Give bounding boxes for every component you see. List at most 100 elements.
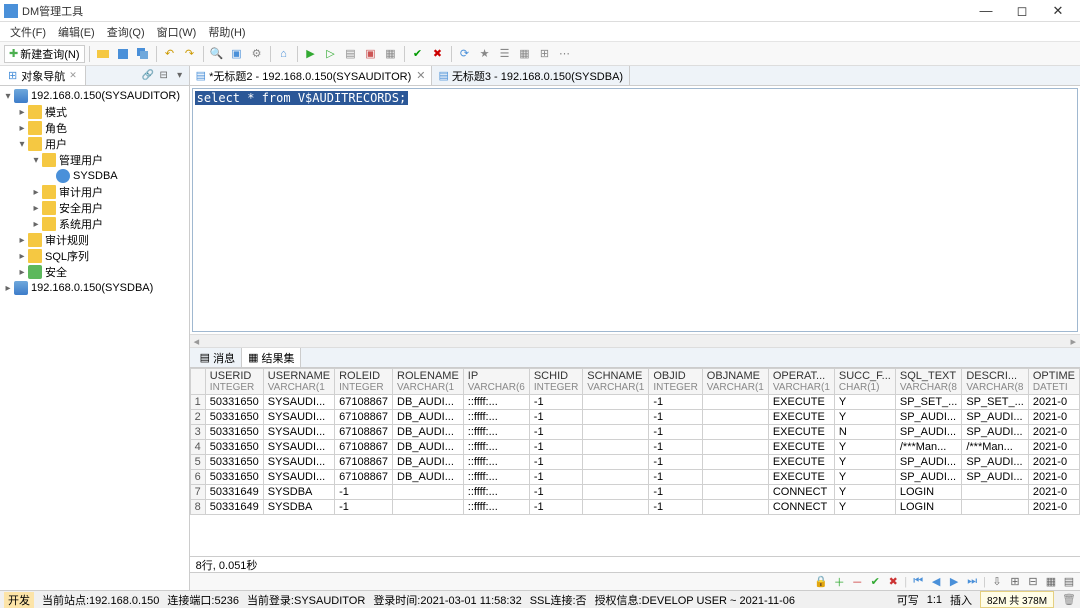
run-icon[interactable]: ▶: [302, 45, 320, 63]
copy-icon[interactable]: ▦: [1044, 575, 1058, 589]
folder-icon[interactable]: [94, 45, 112, 63]
table-row[interactable]: 850331649SYSDBA-1::ffff:...-1-1CONNECTYL…: [190, 500, 1079, 515]
col-header[interactable]: USERIDINTEGER: [205, 369, 263, 395]
col-header[interactable]: OBJIDINTEGER: [649, 369, 702, 395]
toolbar: ✚ 新建查询(N) ↶ ↷ 🔍 ▣ ⚙ ⌂ ▶ ▷ ▤ ▣ ▦ ✔ ✖ ⟳ ★ …: [0, 42, 1080, 66]
filter-icon[interactable]: ▣: [228, 45, 246, 63]
menu-window[interactable]: 窗口(W): [151, 24, 203, 40]
table-row[interactable]: 750331649SYSDBA-1::ffff:...-1-1CONNECTYL…: [190, 485, 1079, 500]
app-title: DM管理工具: [22, 3, 968, 19]
redo-icon[interactable]: ↷: [181, 45, 199, 63]
tree-audit-user[interactable]: ▸审计用户: [0, 184, 189, 200]
search-icon[interactable]: 🔍: [208, 45, 226, 63]
tree-db2[interactable]: ▸192.168.0.150(SYSDBA): [0, 280, 189, 296]
col-header[interactable]: ROLEIDINTEGER: [335, 369, 393, 395]
grid-icon[interactable]: ▦: [516, 45, 534, 63]
message-icon: ▤: [200, 351, 210, 364]
trash-icon[interactable]: 🗑: [1062, 593, 1076, 606]
tree-sysdba-user[interactable]: SYSDBA: [0, 168, 189, 184]
resultset-tab[interactable]: ▦结果集: [242, 348, 301, 367]
del-row-icon[interactable]: －: [850, 575, 864, 589]
object-tree[interactable]: ▾192.168.0.150(SYSAUDITOR) ▸模式 ▸角色 ▾用户 ▾…: [0, 86, 189, 590]
next-icon[interactable]: ▶: [947, 575, 961, 589]
result-grid[interactable]: USERIDINTEGERUSERNAMEVARCHAR(1ROLEIDINTE…: [190, 368, 1080, 556]
col-header[interactable]: SCHIDINTEGER: [529, 369, 582, 395]
tree-role[interactable]: ▸角色: [0, 120, 189, 136]
tool-icon[interactable]: ⚙: [248, 45, 266, 63]
refresh-icon[interactable]: ⟳: [456, 45, 474, 63]
tree-user[interactable]: ▾用户: [0, 136, 189, 152]
col-header[interactable]: IPVARCHAR(6: [463, 369, 529, 395]
table-row[interactable]: 550331650SYSAUDI...67108867DB_AUDI...::f…: [190, 455, 1079, 470]
col-header[interactable]: USERNAMEVARCHAR(1: [263, 369, 334, 395]
more-icon[interactable]: ⋯: [556, 45, 574, 63]
object-nav-tab[interactable]: ⊞ 对象导航 ✕: [0, 66, 86, 85]
stop-icon[interactable]: ▣: [362, 45, 380, 63]
close-button[interactable]: ✕: [1040, 3, 1076, 19]
status-mem[interactable]: 82M 共 378M: [980, 591, 1054, 608]
home-icon[interactable]: ⌂: [275, 45, 293, 63]
col-header[interactable]: ROLENAMEVARCHAR(1: [393, 369, 464, 395]
table-row[interactable]: 350331650SYSAUDI...67108867DB_AUDI...::f…: [190, 425, 1079, 440]
undo-icon[interactable]: ↶: [161, 45, 179, 63]
table-row[interactable]: 250331650SYSAUDI...67108867DB_AUDI...::f…: [190, 410, 1079, 425]
table-row[interactable]: 650331650SYSAUDI...67108867DB_AUDI...::f…: [190, 470, 1079, 485]
messages-tab[interactable]: ▤消息: [194, 348, 242, 367]
tree-audit-rule[interactable]: ▸审计规则: [0, 232, 189, 248]
expand-icon[interactable]: ⊞: [536, 45, 554, 63]
tree-sec-user[interactable]: ▸安全用户: [0, 200, 189, 216]
col-header[interactable]: SQL_TEXTVARCHAR(8: [895, 369, 961, 395]
tree-sys-user[interactable]: ▸系统用户: [0, 216, 189, 232]
col-header[interactable]: OBJNAMEVARCHAR(1: [702, 369, 768, 395]
col-header[interactable]: SCHNAMEVARCHAR(1: [583, 369, 649, 395]
table-row[interactable]: 150331650SYSAUDI...67108867DB_AUDI...::f…: [190, 395, 1079, 410]
editor-scroll[interactable]: ◂▸: [190, 334, 1080, 348]
max-icon[interactable]: ⊞: [1008, 575, 1022, 589]
add-row-icon[interactable]: ＋: [832, 575, 846, 589]
commit-icon[interactable]: ✔: [409, 45, 427, 63]
col-header[interactable]: OPTIMEDATETI: [1028, 369, 1079, 395]
minimize-button[interactable]: —: [968, 3, 1004, 18]
collapse-icon[interactable]: ⊟: [157, 69, 171, 83]
tools-icon[interactable]: ⊟: [1026, 575, 1040, 589]
status-ins: 插入: [950, 592, 972, 608]
col-header[interactable]: SUCC_F...CHAR(1): [834, 369, 895, 395]
maximize-button[interactable]: ◻: [1004, 3, 1040, 19]
list-icon[interactable]: ☰: [496, 45, 514, 63]
script-icon[interactable]: ▤: [342, 45, 360, 63]
page-icon[interactable]: ▦: [382, 45, 400, 63]
table-row[interactable]: 450331650SYSAUDI...67108867DB_AUDI...::f…: [190, 440, 1079, 455]
col-header[interactable]: OPERAT...VARCHAR(1: [768, 369, 834, 395]
commit-icon[interactable]: ✔: [868, 575, 882, 589]
menu-icon[interactable]: ▾: [173, 69, 187, 83]
new-query-button[interactable]: ✚ 新建查询(N): [4, 45, 85, 63]
menu-help[interactable]: 帮助(H): [202, 24, 251, 40]
tree-mode[interactable]: ▸模式: [0, 104, 189, 120]
link-icon[interactable]: 🔗: [141, 69, 155, 83]
prev-icon[interactable]: ◀: [929, 575, 943, 589]
export-icon[interactable]: ⇩: [990, 575, 1004, 589]
more-icon[interactable]: ▤: [1062, 575, 1076, 589]
save-all-icon[interactable]: [134, 45, 152, 63]
run-step-icon[interactable]: ▷: [322, 45, 340, 63]
sql-editor[interactable]: select * from V$AUDITRECORDS;: [192, 88, 1078, 332]
menu-query[interactable]: 查询(Q): [101, 24, 151, 40]
close-tab-icon[interactable]: ✕: [416, 69, 425, 82]
first-icon[interactable]: ⏮: [911, 575, 925, 589]
tree-safe[interactable]: ▸安全: [0, 264, 189, 280]
rollback-icon[interactable]: ✖: [429, 45, 447, 63]
tree-sql-seq[interactable]: ▸SQL序列: [0, 248, 189, 264]
title-bar: DM管理工具 — ◻ ✕: [0, 0, 1080, 22]
last-icon[interactable]: ⏭: [965, 575, 979, 589]
lock-icon[interactable]: 🔒: [814, 575, 828, 589]
bookmark-icon[interactable]: ★: [476, 45, 494, 63]
rollback-icon[interactable]: ✖: [886, 575, 900, 589]
editor-tab-2[interactable]: ▤ 无标题3 - 192.168.0.150(SYSDBA): [432, 66, 630, 85]
tree-db1[interactable]: ▾192.168.0.150(SYSAUDITOR): [0, 88, 189, 104]
tree-mgmt-user[interactable]: ▾管理用户: [0, 152, 189, 168]
save-icon[interactable]: [114, 45, 132, 63]
menu-file[interactable]: 文件(F): [4, 24, 52, 40]
editor-tab-1[interactable]: ▤ *无标题2 - 192.168.0.150(SYSAUDITOR) ✕: [190, 66, 433, 85]
col-header[interactable]: DESCRI...VARCHAR(8: [962, 369, 1028, 395]
menu-edit[interactable]: 编辑(E): [52, 24, 101, 40]
